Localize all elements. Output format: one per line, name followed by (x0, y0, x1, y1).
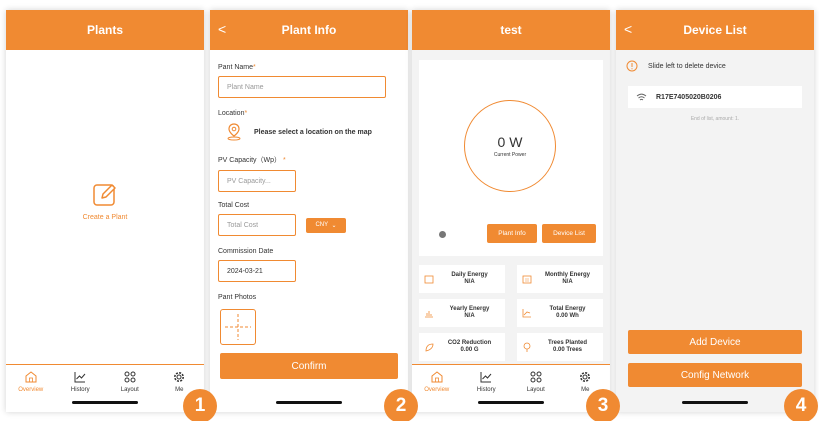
header: test (412, 10, 610, 50)
create-plant-button[interactable]: Create a Plant (6, 182, 204, 221)
header: Plants (6, 10, 204, 50)
currency-select[interactable]: CNY ⌄ (306, 217, 346, 233)
grid-icon (124, 371, 136, 383)
tab-bar: Overview History Layout Me (412, 364, 610, 412)
tab-overview[interactable]: Overview (11, 370, 51, 412)
tab-layout[interactable]: Layout (516, 370, 556, 412)
chart-icon (480, 372, 492, 383)
info-icon (626, 60, 638, 72)
bar-chart-icon (425, 311, 433, 318)
power-gauge: 0 W Current Power (464, 100, 556, 192)
gear-icon (174, 372, 185, 382)
grid-icon (530, 371, 542, 383)
device-name: R17E7405020B0206 (656, 93, 722, 101)
tab-label: Overview (18, 387, 44, 393)
tree-icon (523, 342, 531, 352)
home-indicator (276, 401, 342, 404)
tab-label: Me (175, 387, 184, 393)
list-end-text: End of list, amount: 1. (690, 116, 740, 122)
plant-name-label: Pant Name* (218, 64, 256, 71)
home-indicator (72, 401, 138, 404)
create-plant-label: Create a Plant (82, 214, 128, 221)
leaf-icon (425, 343, 434, 352)
tab-label: History (70, 387, 90, 393)
metric-co2-reduction: CO2 Reduction 0.00 G (419, 333, 505, 361)
line-chart-icon (522, 309, 531, 318)
header: < Plant Info (210, 10, 408, 50)
delete-hint: Slide left to delete device (616, 50, 814, 82)
tab-history[interactable]: History (466, 370, 506, 412)
page-title: Plant Info (281, 23, 337, 37)
home-indicator (478, 401, 544, 404)
step-badge-1: 1 (183, 389, 217, 421)
pv-capacity-input[interactable]: PV Capacity... (218, 170, 296, 192)
confirm-button[interactable]: Confirm (220, 353, 398, 379)
commission-date-input[interactable]: 2024-03-21 (218, 260, 296, 282)
back-button[interactable]: < (218, 21, 226, 37)
tab-label: Me (581, 387, 590, 393)
page-title: Plants (86, 23, 123, 37)
tab-history[interactable]: History (60, 370, 100, 412)
header: < Device List (616, 10, 814, 50)
home-icon (431, 371, 443, 383)
metric-daily-energy: Daily Energy N/A (419, 265, 505, 293)
calendar-month-icon (522, 275, 532, 284)
page-title: Device List (683, 23, 747, 37)
metric-monthly-energy: Monthly Energy N/A (517, 265, 603, 293)
chevron-down-icon: ⌄ (331, 222, 337, 229)
metric-trees-planted: Trees Planted 0.00 Trees (517, 333, 603, 361)
location-text: Please select a location on the map (254, 128, 372, 136)
plants-screen: Plants Create a Plant Overview History L… (6, 10, 204, 412)
hint-text: Slide left to delete device (648, 62, 726, 70)
total-cost-row: Total Cost CNY ⌄ (218, 214, 400, 236)
step-badge-4: 4 (784, 389, 818, 421)
device-item[interactable]: R17E7405020B0206 (628, 86, 802, 108)
overview-screen: test 0 W Current Power Plant Info Device… (412, 10, 610, 412)
chart-icon (74, 372, 86, 383)
metric-total-energy: Total Energy 0.00 Wh (517, 299, 603, 327)
config-network-button[interactable]: Config Network (628, 363, 802, 387)
tab-label: Layout (526, 387, 545, 393)
commission-date-label: Commission Date (218, 248, 274, 255)
home-indicator (682, 401, 748, 404)
tab-bar: Overview History Layout Me (6, 364, 204, 412)
step-badge-3: 3 (586, 389, 620, 421)
page-title: test (500, 23, 522, 37)
pv-capacity-label: PV Capacity（Wp） * (218, 157, 286, 164)
back-button[interactable]: < (624, 21, 632, 37)
tab-overview[interactable]: Overview (417, 370, 457, 412)
total-cost-label: Total Cost (218, 202, 250, 209)
device-list-button[interactable]: Device List (542, 224, 596, 243)
plant-info-screen: < Plant Info Pant Name* Plant Name Locat… (210, 10, 408, 412)
location-picker[interactable]: Please select a location on the map (218, 123, 400, 141)
gear-icon (580, 372, 591, 382)
add-photo-icon (225, 314, 251, 340)
tab-label: History (476, 387, 496, 393)
tab-layout[interactable]: Layout (110, 370, 150, 412)
plant-name-input[interactable]: Plant Name (218, 76, 386, 98)
map-pin-icon (227, 123, 241, 141)
tab-label: Layout (120, 387, 139, 393)
add-device-button[interactable]: Add Device (628, 330, 802, 354)
power-card: 0 W Current Power Plant Info Device List (419, 60, 603, 256)
total-cost-input[interactable]: Total Cost (218, 214, 296, 236)
edit-icon (93, 184, 116, 206)
step-badge-2: 2 (384, 389, 418, 421)
home-icon (25, 371, 37, 383)
metric-yearly-energy: Yearly Energy N/A (419, 299, 505, 327)
location-label: Location* (218, 110, 248, 117)
wifi-icon (636, 93, 647, 100)
tab-label: Overview (424, 387, 450, 393)
plant-photos-label: Pant Photos (218, 294, 257, 301)
plant-form: Pant Name* Plant Name Location* Please s… (210, 50, 408, 345)
plant-info-button[interactable]: Plant Info (487, 224, 537, 243)
device-list-screen: < Device List Slide left to delete devic… (616, 10, 814, 412)
current-power-label: Current Power (493, 152, 527, 158)
current-power-value: 0 W (497, 134, 523, 150)
add-photo-button[interactable] (220, 309, 256, 345)
calendar-icon (424, 275, 434, 284)
status-indicator (439, 231, 446, 238)
